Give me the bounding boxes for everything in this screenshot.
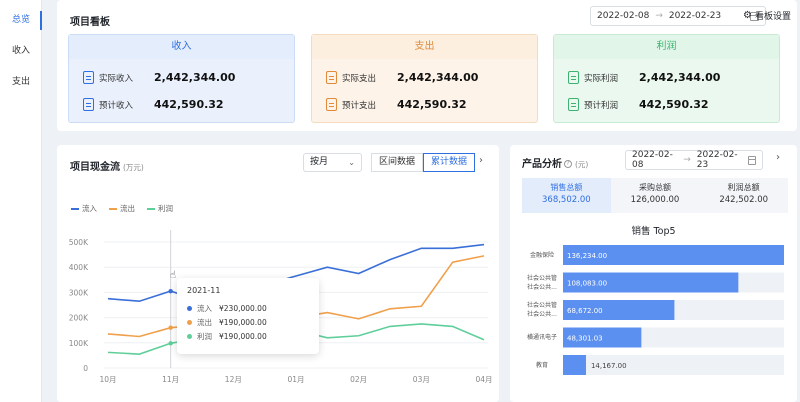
sidebar-item-expense[interactable]: 支出 (0, 67, 41, 98)
sidebar-item-label: 收入 (12, 46, 31, 56)
kpi-label: 预计收入 (99, 100, 134, 111)
kpi-card-title: 支出 (312, 35, 537, 59)
kpi-value: 2,442,344.00 (154, 71, 236, 84)
tooltip-series-name: 流入 (197, 303, 212, 313)
date-arrow-icon: → (655, 11, 663, 21)
kpi-card: 支出实际支出 2,442,344.00 预计支出 442,590.32 (311, 34, 538, 123)
document-icon (568, 71, 579, 84)
sidebar-item-label: 总览 (12, 15, 31, 25)
kpi-label: 实际支出 (342, 73, 377, 84)
bar-category-label: 社会公共管 社会公共... (520, 274, 564, 292)
sidebar-item-income[interactable]: 收入 (0, 36, 41, 67)
bar-category-line: 社会公共管 (526, 302, 557, 309)
kpi-label: 预计利润 (584, 100, 619, 111)
tooltip-series-name: 利润 (197, 331, 212, 341)
bar-category-label: 教育 (520, 361, 564, 370)
tooltip-dot (187, 333, 192, 339)
bar-value-label: 136,234.00 (567, 252, 607, 260)
kpi-row-plan: 预计支出 442,590.32 (326, 98, 467, 111)
document-icon (83, 98, 94, 111)
board-date-range[interactable]: 2022-02-08 → 2022-02-23 (590, 6, 766, 26)
tooltip-series-name: 流出 (197, 317, 212, 327)
document-icon (326, 98, 337, 111)
date-end: 2022-02-23 (668, 11, 722, 21)
board-settings-button[interactable]: ⚙ 看板设置 (743, 9, 791, 22)
x-tick-label: 04月 (475, 375, 492, 384)
kpi-row-plan: 预计收入 442,590.32 (83, 98, 224, 111)
y-tick-label: 400K (69, 263, 89, 272)
bar-value-label: 68,672.00 (567, 307, 603, 315)
kpi-card-title: 收入 (69, 35, 294, 59)
cashflow-panel: 项目现金流 (万元) 按月 ⌄ 区间数据 累计数据 › 流入 流出 利润 0 100K 2… (57, 145, 499, 402)
kpi-value: 2,442,344.00 (397, 71, 479, 84)
x-tick-label: 02月 (350, 375, 367, 384)
sidebar: 总览 收入 支出 (0, 0, 42, 402)
document-icon (326, 71, 337, 84)
kpi-label: 实际收入 (99, 73, 134, 84)
bar-value-label: 108,083.00 (567, 280, 607, 288)
bar-value-label: 48,301.03 (567, 335, 603, 343)
y-tick-label: 200K (69, 314, 89, 323)
tooltip-value: ¥230,000.00 (219, 303, 267, 313)
sidebar-item-label: 支出 (12, 77, 31, 87)
date-start: 2022-02-08 (597, 11, 650, 21)
kpi-row-actual: 实际利润 2,442,344.00 (568, 71, 720, 84)
project-board: 项目看板 2022-02-08 → 2022-02-23 ⚙ 看板设置 收入实际… (57, 0, 797, 131)
y-tick-label: 500K (69, 238, 89, 247)
series-point (168, 341, 173, 346)
kpi-label: 实际利润 (584, 73, 619, 84)
chart-tooltip: 2021-11 流入 ¥230,000.00 流出 ¥190,000.00 利润 ¥190… (177, 278, 319, 354)
x-tick-label: 11月 (162, 375, 179, 384)
kpi-card-title: 利润 (554, 35, 779, 59)
bar-category-line: 横通讯电子 (526, 334, 557, 341)
gear-icon: ⚙ (743, 10, 752, 21)
bar-category-label: 横通讯电子 (520, 333, 564, 342)
tooltip-dot (187, 319, 192, 325)
tooltip-value: ¥190,000.00 (219, 317, 267, 327)
tooltip-row: 流出 ¥190,000.00 (187, 315, 309, 329)
document-icon (83, 71, 94, 84)
x-tick-label: 03月 (413, 375, 430, 384)
pointer-cursor-icon: ☝ (170, 270, 177, 281)
x-tick-label: 01月 (287, 375, 304, 384)
board-settings-label: 看板设置 (754, 12, 791, 22)
kpi-value: 2,442,344.00 (639, 71, 721, 84)
y-tick-label: 0 (83, 364, 88, 373)
bar-category-line: 社会公共... (527, 311, 557, 318)
kpi-label: 预计支出 (342, 100, 377, 111)
tooltip-row: 流入 ¥230,000.00 (187, 301, 309, 315)
bar-category-line: 社会公共管 (526, 274, 557, 282)
tooltip-row: 利润 ¥190,000.00 (187, 329, 309, 343)
kpi-value: 442,590.32 (397, 98, 467, 111)
cashflow-line-chart: 0 100K 200K 300K 400K 500K 10月 11月 12月 01月 02月 03月 0… (69, 230, 493, 384)
kpi-value: 442,590.32 (639, 98, 709, 111)
bar-category-line: 金融保险 (529, 251, 554, 259)
x-tick-label: 10月 (99, 375, 116, 384)
kpi-row-plan: 预计利润 442,590.32 (568, 98, 709, 111)
series-point (168, 325, 173, 330)
y-tick-label: 100K (69, 339, 89, 348)
bar-category-line: 社会公共... (527, 283, 557, 291)
bar[interactable] (563, 355, 586, 375)
y-tick-label: 300K (69, 288, 89, 297)
bar-category-label: 社会公共管社会公共... (520, 301, 564, 319)
tooltip-title: 2021-11 (187, 286, 221, 295)
tooltip-value: ¥190,000.00 (219, 331, 267, 341)
sidebar-item-overview[interactable]: 总览 (0, 5, 42, 36)
bar-category-label: 金融保险 (520, 251, 564, 260)
board-title: 项目看板 (70, 17, 110, 28)
x-tick-label: 12月 (225, 375, 242, 384)
product-analysis-panel: 产品分析? (元) 2022-02-08 → 2022-02-23 › 销售总额 3… (510, 145, 797, 402)
kpi-row-actual: 实际支出 2,442,344.00 (326, 71, 478, 84)
tooltip-dot (187, 305, 192, 311)
series-point (168, 288, 173, 294)
document-icon (568, 98, 579, 111)
bar-value-label: 14,167.00 (591, 362, 627, 370)
kpi-value: 442,590.32 (154, 98, 224, 111)
kpi-card: 收入实际收入 2,442,344.00 预计收入 442,590.32 (68, 34, 295, 123)
kpi-row-actual: 实际收入 2,442,344.00 (83, 71, 235, 84)
kpi-card: 利润实际利润 2,442,344.00 预计利润 442,590.32 (553, 34, 780, 123)
bar-category-line: 教育 (535, 361, 548, 369)
